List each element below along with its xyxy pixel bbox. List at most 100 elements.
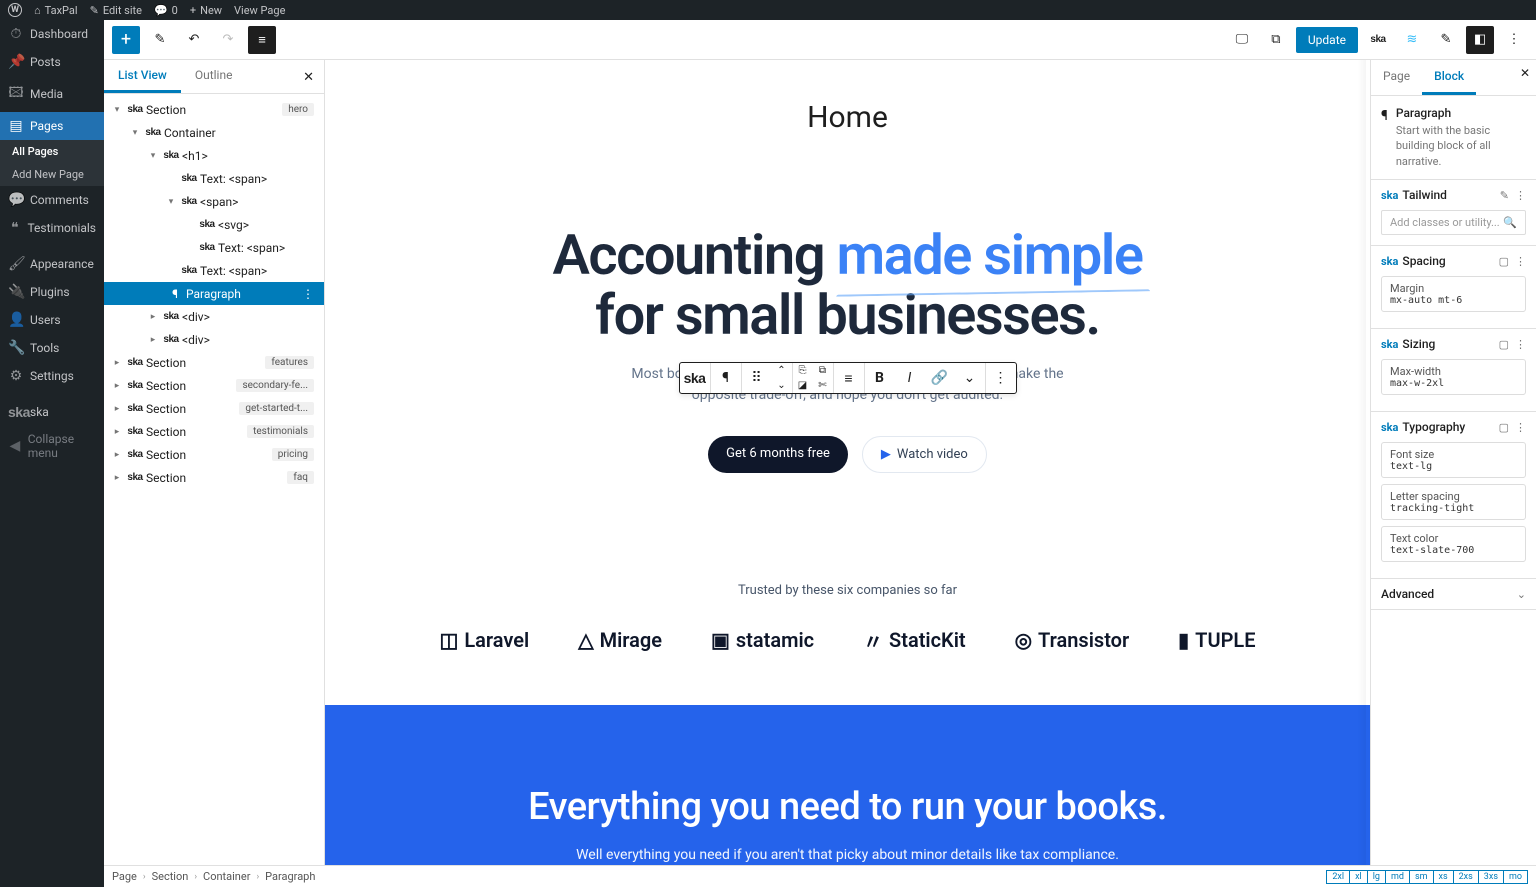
menu-posts[interactable]: 📌Posts: [0, 48, 104, 76]
toolbar-options[interactable]: ⋮: [986, 363, 1016, 393]
wp-logo[interactable]: W: [8, 3, 22, 17]
panel-advanced[interactable]: Advanced⌄: [1371, 579, 1536, 610]
device-preview-button[interactable]: 🖵: [1228, 26, 1256, 54]
ska-topbar-icon[interactable]: ska: [1364, 26, 1392, 54]
toolbar-align[interactable]: ≡: [834, 363, 864, 393]
toolbar-paste[interactable]: ◪: [793, 378, 813, 393]
tree-div-1[interactable]: ▸ska<div>: [104, 305, 324, 328]
menu-users[interactable]: 👤Users: [0, 306, 104, 334]
bp-lg[interactable]: lg: [1368, 871, 1386, 883]
update-button[interactable]: Update: [1296, 27, 1358, 53]
toolbar-more-rich[interactable]: ⌄: [955, 363, 985, 393]
maxwidth-prop[interactable]: Max-widthmax-w-2xl: [1381, 359, 1526, 395]
menu-dashboard[interactable]: ⏱Dashboard: [0, 20, 104, 48]
more-icon[interactable]: ⋮: [1515, 255, 1526, 268]
bp-sm[interactable]: sm: [1410, 871, 1434, 883]
page-title[interactable]: Home: [385, 100, 1310, 135]
menu-comments[interactable]: 💬Comments: [0, 186, 104, 214]
tree-section-features[interactable]: ▸skaSectionfeatures: [104, 351, 324, 374]
more-icon[interactable]: ⋮: [1515, 421, 1526, 434]
bp-2xl[interactable]: 2xl: [1327, 871, 1350, 883]
editor-canvas[interactable]: Home Accounting made simple for small bu…: [325, 60, 1370, 887]
toolbar-duplicate[interactable]: ⧉: [813, 363, 833, 378]
bc-paragraph[interactable]: Paragraph: [265, 870, 315, 883]
hero-title[interactable]: Accounting made simple for small busines…: [385, 225, 1310, 346]
bp-2xs[interactable]: 2xs: [1454, 871, 1479, 883]
tree-row-options[interactable]: ⋮: [298, 287, 318, 301]
settings-close-button[interactable]: ✕: [1520, 66, 1530, 80]
tree-section-secondary[interactable]: ▸skaSectionsecondary-fe...: [104, 374, 324, 397]
submenu-add-new[interactable]: Add New Page: [0, 163, 104, 186]
tree-text-span-1[interactable]: skaText: <span>: [104, 167, 324, 190]
menu-testimonials[interactable]: ❝Testimonials: [0, 214, 104, 242]
features-sub[interactable]: Well everything you need if you aren't t…: [385, 847, 1310, 863]
tree-section-faq[interactable]: ▸skaSectionfaq: [104, 466, 324, 489]
menu-settings[interactable]: ⚙Settings: [0, 362, 104, 390]
toolbar-move-down[interactable]: ⌄: [772, 378, 792, 393]
bp-mo[interactable]: mo: [1504, 871, 1527, 883]
menu-collapse[interactable]: ◀Collapse menu: [0, 426, 104, 466]
features-title[interactable]: Everything you need to run your books.: [385, 785, 1310, 829]
toolbar-italic[interactable]: I: [895, 363, 925, 393]
menu-pages[interactable]: ▤Pages: [0, 112, 104, 140]
view-link-button[interactable]: ⧉: [1262, 26, 1290, 54]
more-icon[interactable]: ⋮: [1515, 189, 1526, 202]
toolbar-paragraph-icon[interactable]: ¶: [711, 363, 741, 393]
tree-section-getstarted[interactable]: ▸skaSectionget-started-t...: [104, 397, 324, 420]
tab-block[interactable]: Block: [1422, 60, 1476, 95]
cta-secondary-button[interactable]: ▶Watch video: [862, 436, 987, 473]
edit-site[interactable]: ✎Edit site: [90, 4, 142, 17]
cta-primary-button[interactable]: Get 6 months free: [708, 436, 848, 473]
tailwind-icon[interactable]: ≋: [1398, 26, 1426, 54]
menu-appearance[interactable]: 🖌Appearance: [0, 250, 104, 278]
reset-icon[interactable]: ▢: [1499, 255, 1509, 268]
bp-md[interactable]: md: [1386, 871, 1410, 883]
menu-media[interactable]: 🖾Media: [0, 76, 104, 112]
bp-xl[interactable]: xl: [1350, 871, 1368, 883]
tree-h1[interactable]: ▾ska<h1>: [104, 144, 324, 167]
margin-prop[interactable]: Marginmx-auto mt-6: [1381, 276, 1526, 312]
reset-icon[interactable]: ▢: [1499, 421, 1509, 434]
menu-ska[interactable]: skaska: [0, 398, 104, 426]
tree-text-span-2[interactable]: skaText: <span>: [104, 236, 324, 259]
styles-button[interactable]: ✎: [1432, 26, 1460, 54]
more-icon[interactable]: ⋮: [1515, 338, 1526, 351]
toolbar-copy[interactable]: ⎘: [793, 363, 813, 378]
site-name[interactable]: ⌂TaxPal: [34, 4, 78, 17]
submenu-all-pages[interactable]: All Pages: [0, 140, 104, 163]
comments-count[interactable]: 💬0: [154, 4, 178, 17]
menu-tools[interactable]: 🔧Tools: [0, 334, 104, 362]
new-content[interactable]: +New: [190, 4, 222, 17]
edit-tool-button[interactable]: ✎: [146, 26, 174, 54]
bp-3xs[interactable]: 3xs: [1479, 871, 1504, 883]
toolbar-bold[interactable]: B: [865, 363, 895, 393]
tree-section-pricing[interactable]: ▸skaSectionpricing: [104, 443, 324, 466]
undo-button[interactable]: ↶: [180, 26, 208, 54]
tree-div-2[interactable]: ▸ska<div>: [104, 328, 324, 351]
toolbar-move-up[interactable]: ⌃: [772, 363, 792, 378]
tree-paragraph[interactable]: ¶Paragraph⋮: [104, 282, 324, 305]
tree-text-span-3[interactable]: skaText: <span>: [104, 259, 324, 282]
bc-container[interactable]: Container: [203, 870, 250, 883]
tree-span[interactable]: ▾ska<span>: [104, 190, 324, 213]
fontsize-prop[interactable]: Font sizetext-lg: [1381, 442, 1526, 478]
listview-toggle-button[interactable]: ≡: [248, 26, 276, 54]
options-button[interactable]: ⋮: [1500, 26, 1528, 54]
toolbar-ska[interactable]: ska: [680, 363, 710, 393]
tab-outline[interactable]: Outline: [181, 60, 247, 93]
bc-page[interactable]: Page: [112, 870, 137, 883]
tab-page[interactable]: Page: [1371, 60, 1422, 95]
settings-toggle-button[interactable]: ◧: [1466, 26, 1494, 54]
view-page[interactable]: View Page: [234, 4, 285, 17]
tree-container[interactable]: ▾skaContainer: [104, 121, 324, 144]
add-block-button[interactable]: +: [112, 26, 140, 54]
reset-icon[interactable]: ▢: [1499, 338, 1509, 351]
tree-section-hero[interactable]: ▾skaSectionhero: [104, 98, 324, 121]
edit-icon[interactable]: ✎: [1500, 189, 1509, 202]
toolbar-drag[interactable]: ⠿: [742, 363, 772, 393]
add-classes-input[interactable]: Add classes or utility...🔍: [1381, 210, 1526, 235]
textcolor-prop[interactable]: Text colortext-slate-700: [1381, 526, 1526, 562]
letterspacing-prop[interactable]: Letter spacingtracking-tight: [1381, 484, 1526, 520]
menu-plugins[interactable]: 🔌Plugins: [0, 278, 104, 306]
bc-section[interactable]: Section: [152, 870, 189, 883]
